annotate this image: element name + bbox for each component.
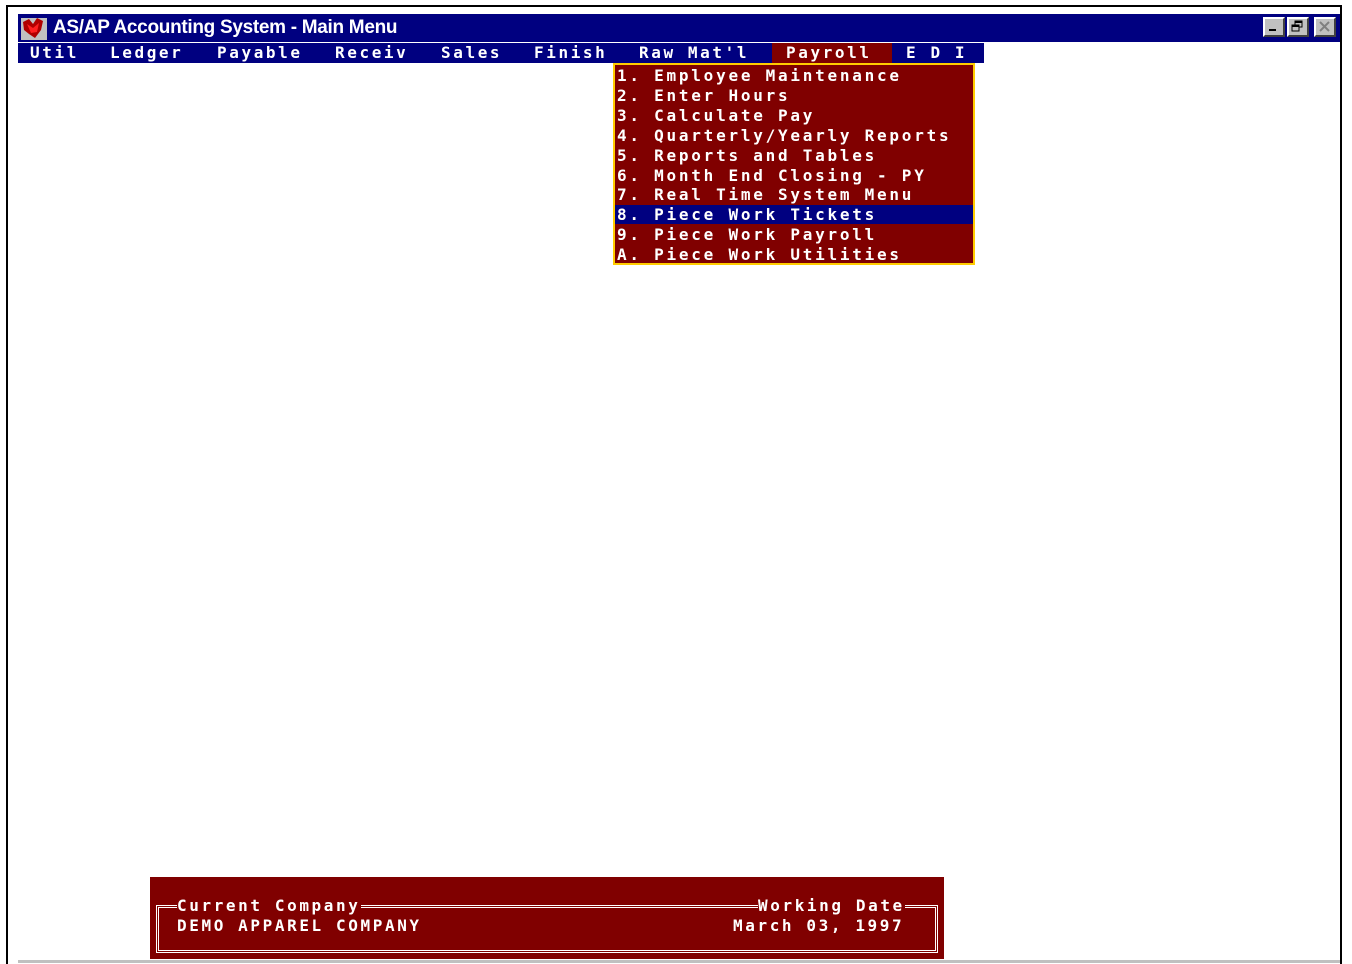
current-company-label: Current Company (177, 896, 361, 915)
current-company-value: DEMO APPAREL COMPANY (177, 916, 422, 935)
menu-payable[interactable]: Payable (213, 43, 307, 63)
window-bottom-edge (18, 960, 1340, 963)
menu-option-piece-work-utilities[interactable]: A. Piece Work Utilities (615, 245, 973, 264)
menu-option-real-time-system-menu[interactable]: 7. Real Time System Menu (615, 185, 973, 204)
menu-receiv[interactable]: Receiv (331, 43, 412, 63)
menu-sales[interactable]: Sales (437, 43, 506, 63)
menu-edi[interactable]: E D I (902, 43, 971, 63)
app-logo-icon[interactable] (21, 16, 47, 40)
menu-bar: Util Ledger Payable Receiv Sales Finish … (18, 43, 984, 63)
menu-option-employee-maintenance[interactable]: 1. Employee Maintenance (615, 66, 973, 85)
payroll-dropdown-menu: 1. Employee Maintenance 2. Enter Hours 3… (613, 63, 975, 265)
menu-payroll[interactable]: Payroll (772, 43, 892, 63)
menu-option-enter-hours[interactable]: 2. Enter Hours (615, 86, 973, 105)
menu-option-piece-work-payroll[interactable]: 9. Piece Work Payroll (615, 225, 973, 244)
window-title: AS/AP Accounting System - Main Menu (53, 17, 398, 38)
menu-option-calculate-pay[interactable]: 3. Calculate Pay (615, 106, 973, 125)
menu-raw-matl[interactable]: Raw Mat'l (635, 43, 753, 63)
menu-option-month-end-closing[interactable]: 6. Month End Closing - PY (615, 166, 973, 185)
menu-finish[interactable]: Finish (530, 43, 611, 63)
minimize-icon[interactable] (1263, 17, 1285, 37)
working-date-label: Working Date (758, 896, 905, 915)
menu-option-quarterly-yearly-reports[interactable]: 4. Quarterly/Yearly Reports (615, 126, 973, 145)
title-bar[interactable]: AS/AP Accounting System - Main Menu (18, 14, 1340, 42)
menu-util[interactable]: Util (26, 43, 83, 63)
menu-ledger[interactable]: Ledger (106, 43, 187, 63)
status-panel: Current Company Working Date DEMO APPARE… (150, 877, 944, 959)
restore-icon[interactable] (1287, 17, 1309, 37)
menu-option-piece-work-tickets[interactable]: 8. Piece Work Tickets (615, 205, 973, 224)
menu-option-reports-and-tables[interactable]: 5. Reports and Tables (615, 146, 973, 165)
close-icon[interactable] (1314, 17, 1336, 37)
working-date-value: March 03, 1997 (733, 916, 905, 935)
